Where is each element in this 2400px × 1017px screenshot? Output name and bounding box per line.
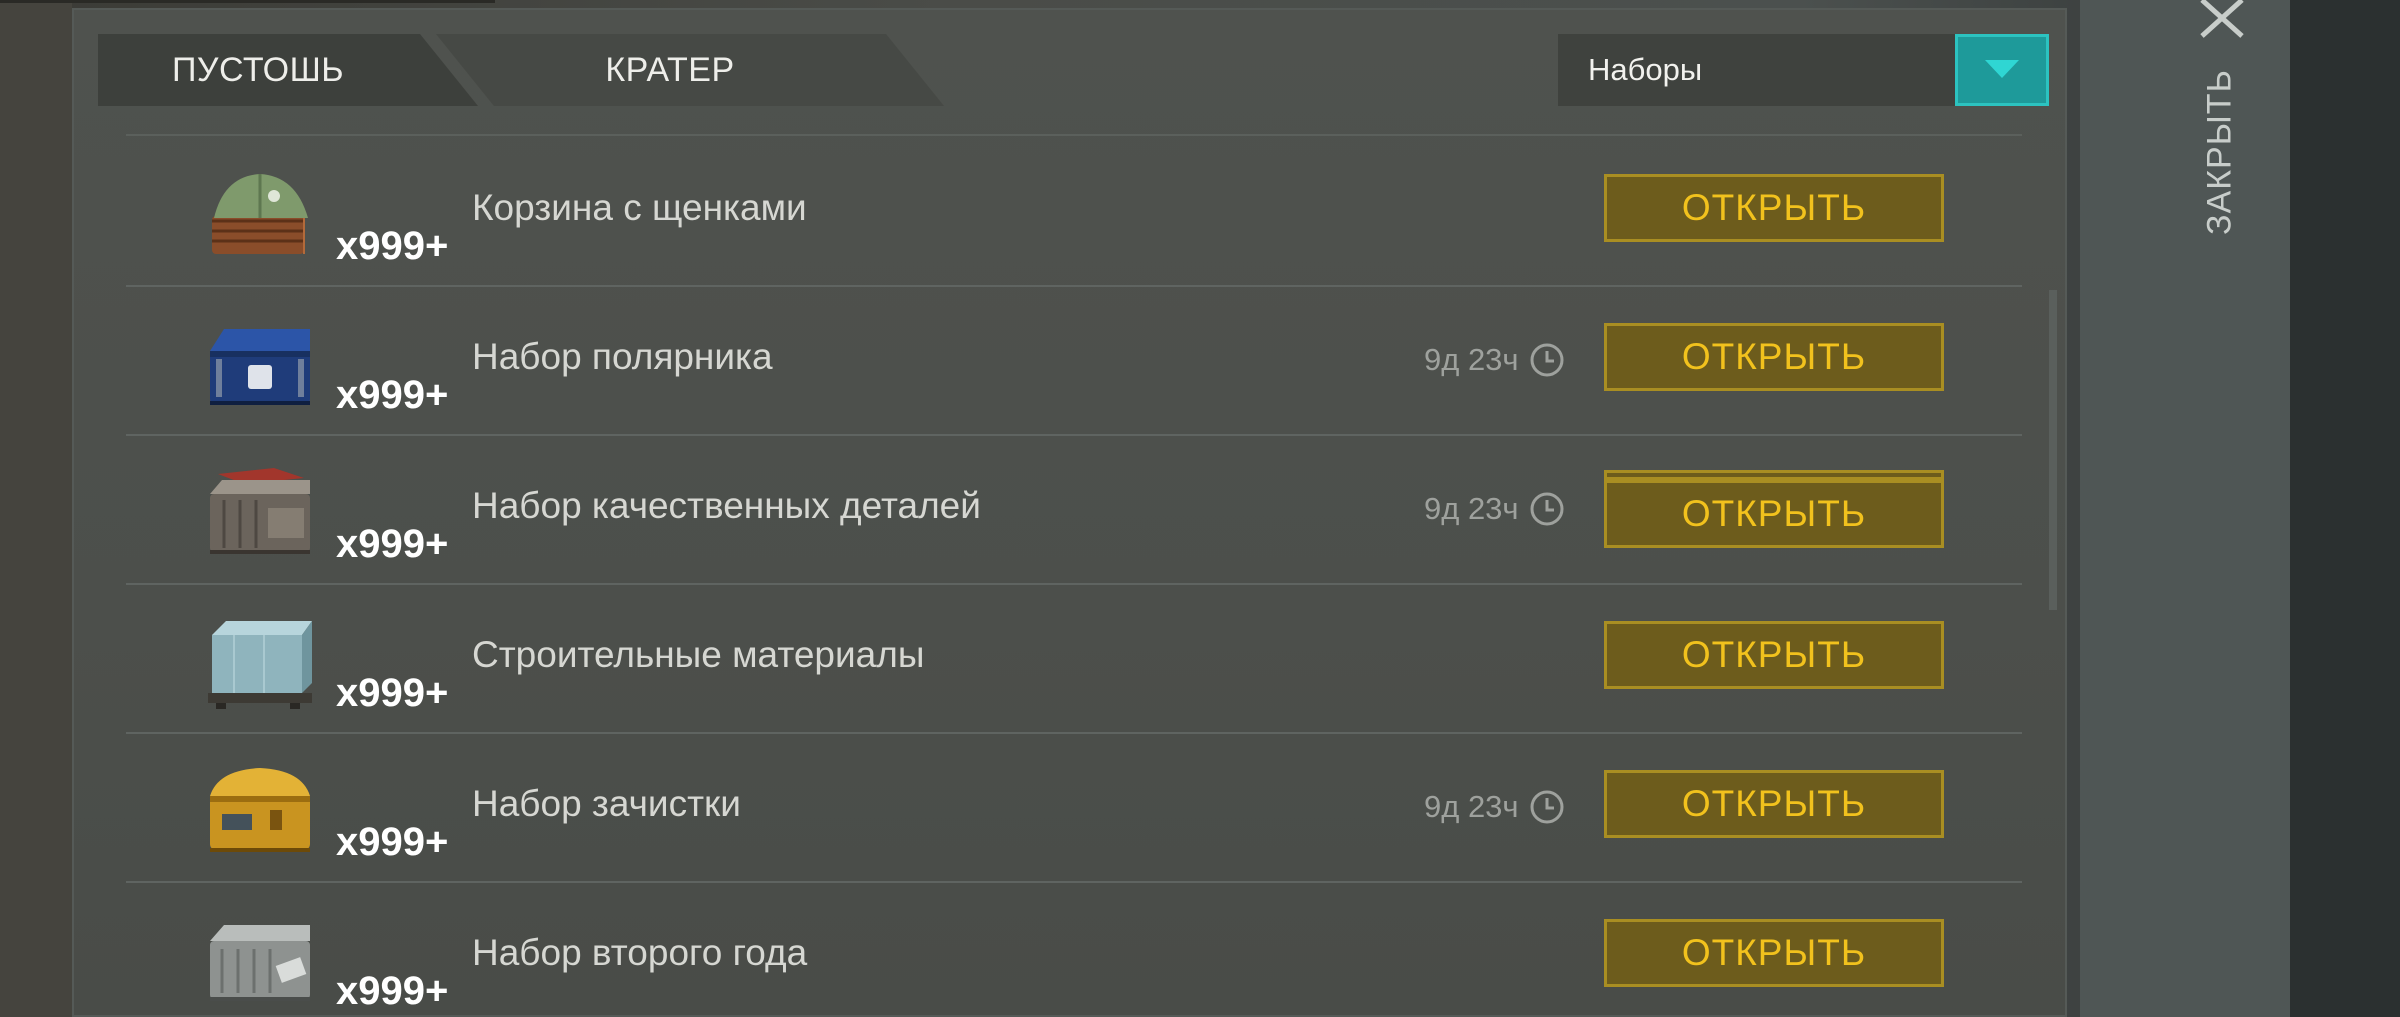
polar-chest-icon bbox=[204, 315, 316, 413]
puppy-basket-icon bbox=[204, 166, 316, 264]
filter-selected-value: Наборы bbox=[1588, 52, 1703, 87]
list-item: x999+ Набор качественных деталей 9д 23ч … bbox=[126, 434, 2022, 585]
item-quantity: x999+ bbox=[336, 820, 449, 864]
dropdown-toggle-button[interactable] bbox=[1955, 34, 2049, 106]
open-button[interactable]: ОТКРЫТЬ bbox=[1604, 621, 1944, 689]
list-item: x999+ Набор полярника 9д 23ч ОТКРЫТЬ bbox=[126, 285, 2022, 436]
materials-pallet-icon bbox=[204, 613, 316, 711]
open-button[interactable]: ОТКРЫТЬ bbox=[1604, 174, 1944, 242]
close-button[interactable]: ЗАКРЫТЬ bbox=[2184, 69, 2256, 235]
item-name: Строительные материалы bbox=[472, 634, 925, 675]
open-button[interactable]: ОТКРЫТЬ bbox=[1604, 919, 1944, 987]
item-quantity: x999+ bbox=[336, 373, 449, 417]
clock-icon bbox=[1530, 492, 1564, 526]
item-name: Корзина с щенками bbox=[472, 187, 807, 228]
background-left bbox=[0, 0, 72, 1017]
clock-icon bbox=[1530, 790, 1564, 824]
item-name: Набор полярника bbox=[472, 336, 773, 377]
metal-crate-icon bbox=[204, 911, 316, 1009]
yellow-chest-icon bbox=[204, 762, 316, 860]
item-name: Набор зачистки bbox=[472, 783, 741, 824]
timer-text: 9д 23ч bbox=[1424, 789, 1519, 824]
item-timer: 9д 23ч bbox=[1424, 490, 1565, 528]
item-quantity: x999+ bbox=[336, 671, 449, 715]
tab-wasteland[interactable]: ПУСТОШЬ bbox=[98, 34, 478, 106]
tab-label: КРАТЕР bbox=[605, 50, 735, 89]
timer-text: 9д 23ч bbox=[1424, 342, 1519, 377]
top-divider bbox=[0, 0, 495, 3]
chevron-down-icon bbox=[1985, 60, 2019, 78]
list-item: x999+ Корзина с щенками ОТКРЫТЬ bbox=[126, 136, 2022, 287]
scrollbar[interactable] bbox=[2049, 290, 2057, 610]
item-name: Набор качественных деталей bbox=[472, 485, 981, 526]
open-button[interactable]: ОТКРЫТЬ bbox=[1604, 470, 1944, 548]
list-item: x999+ Строительные материалы ОТКРЫТЬ bbox=[126, 583, 2022, 734]
background-right bbox=[2290, 0, 2400, 1017]
item-quantity: x999+ bbox=[336, 969, 449, 1013]
open-button[interactable]: ОТКРЫТЬ bbox=[1604, 770, 1944, 838]
item-quantity: x999+ bbox=[336, 522, 449, 566]
close-icon[interactable] bbox=[2198, 0, 2246, 40]
clock-icon bbox=[1530, 343, 1564, 377]
item-name: Набор второго года bbox=[472, 932, 808, 973]
timer-text: 9д 23ч bbox=[1424, 491, 1519, 526]
open-button[interactable]: ОТКРЫТЬ bbox=[1604, 323, 1944, 391]
tab-label: ПУСТОШЬ bbox=[171, 50, 345, 89]
item-quantity: x999+ bbox=[336, 224, 449, 268]
item-list: x999+ Корзина с щенками ОТКРЫТЬ x999+ На… bbox=[126, 134, 2022, 1017]
tab-crater[interactable]: КРАТЕР bbox=[436, 34, 944, 106]
list-item: x999+ Набор зачистки 9д 23ч ОТКРЫТЬ bbox=[126, 732, 2022, 883]
filter-dropdown[interactable]: Наборы bbox=[1558, 34, 2049, 106]
parts-crate-icon bbox=[204, 464, 316, 562]
list-item: x999+ Набор второго года ОТКРЫТЬ bbox=[126, 881, 2022, 1017]
item-timer: 9д 23ч bbox=[1424, 341, 1565, 379]
item-timer: 9д 23ч bbox=[1424, 788, 1565, 826]
